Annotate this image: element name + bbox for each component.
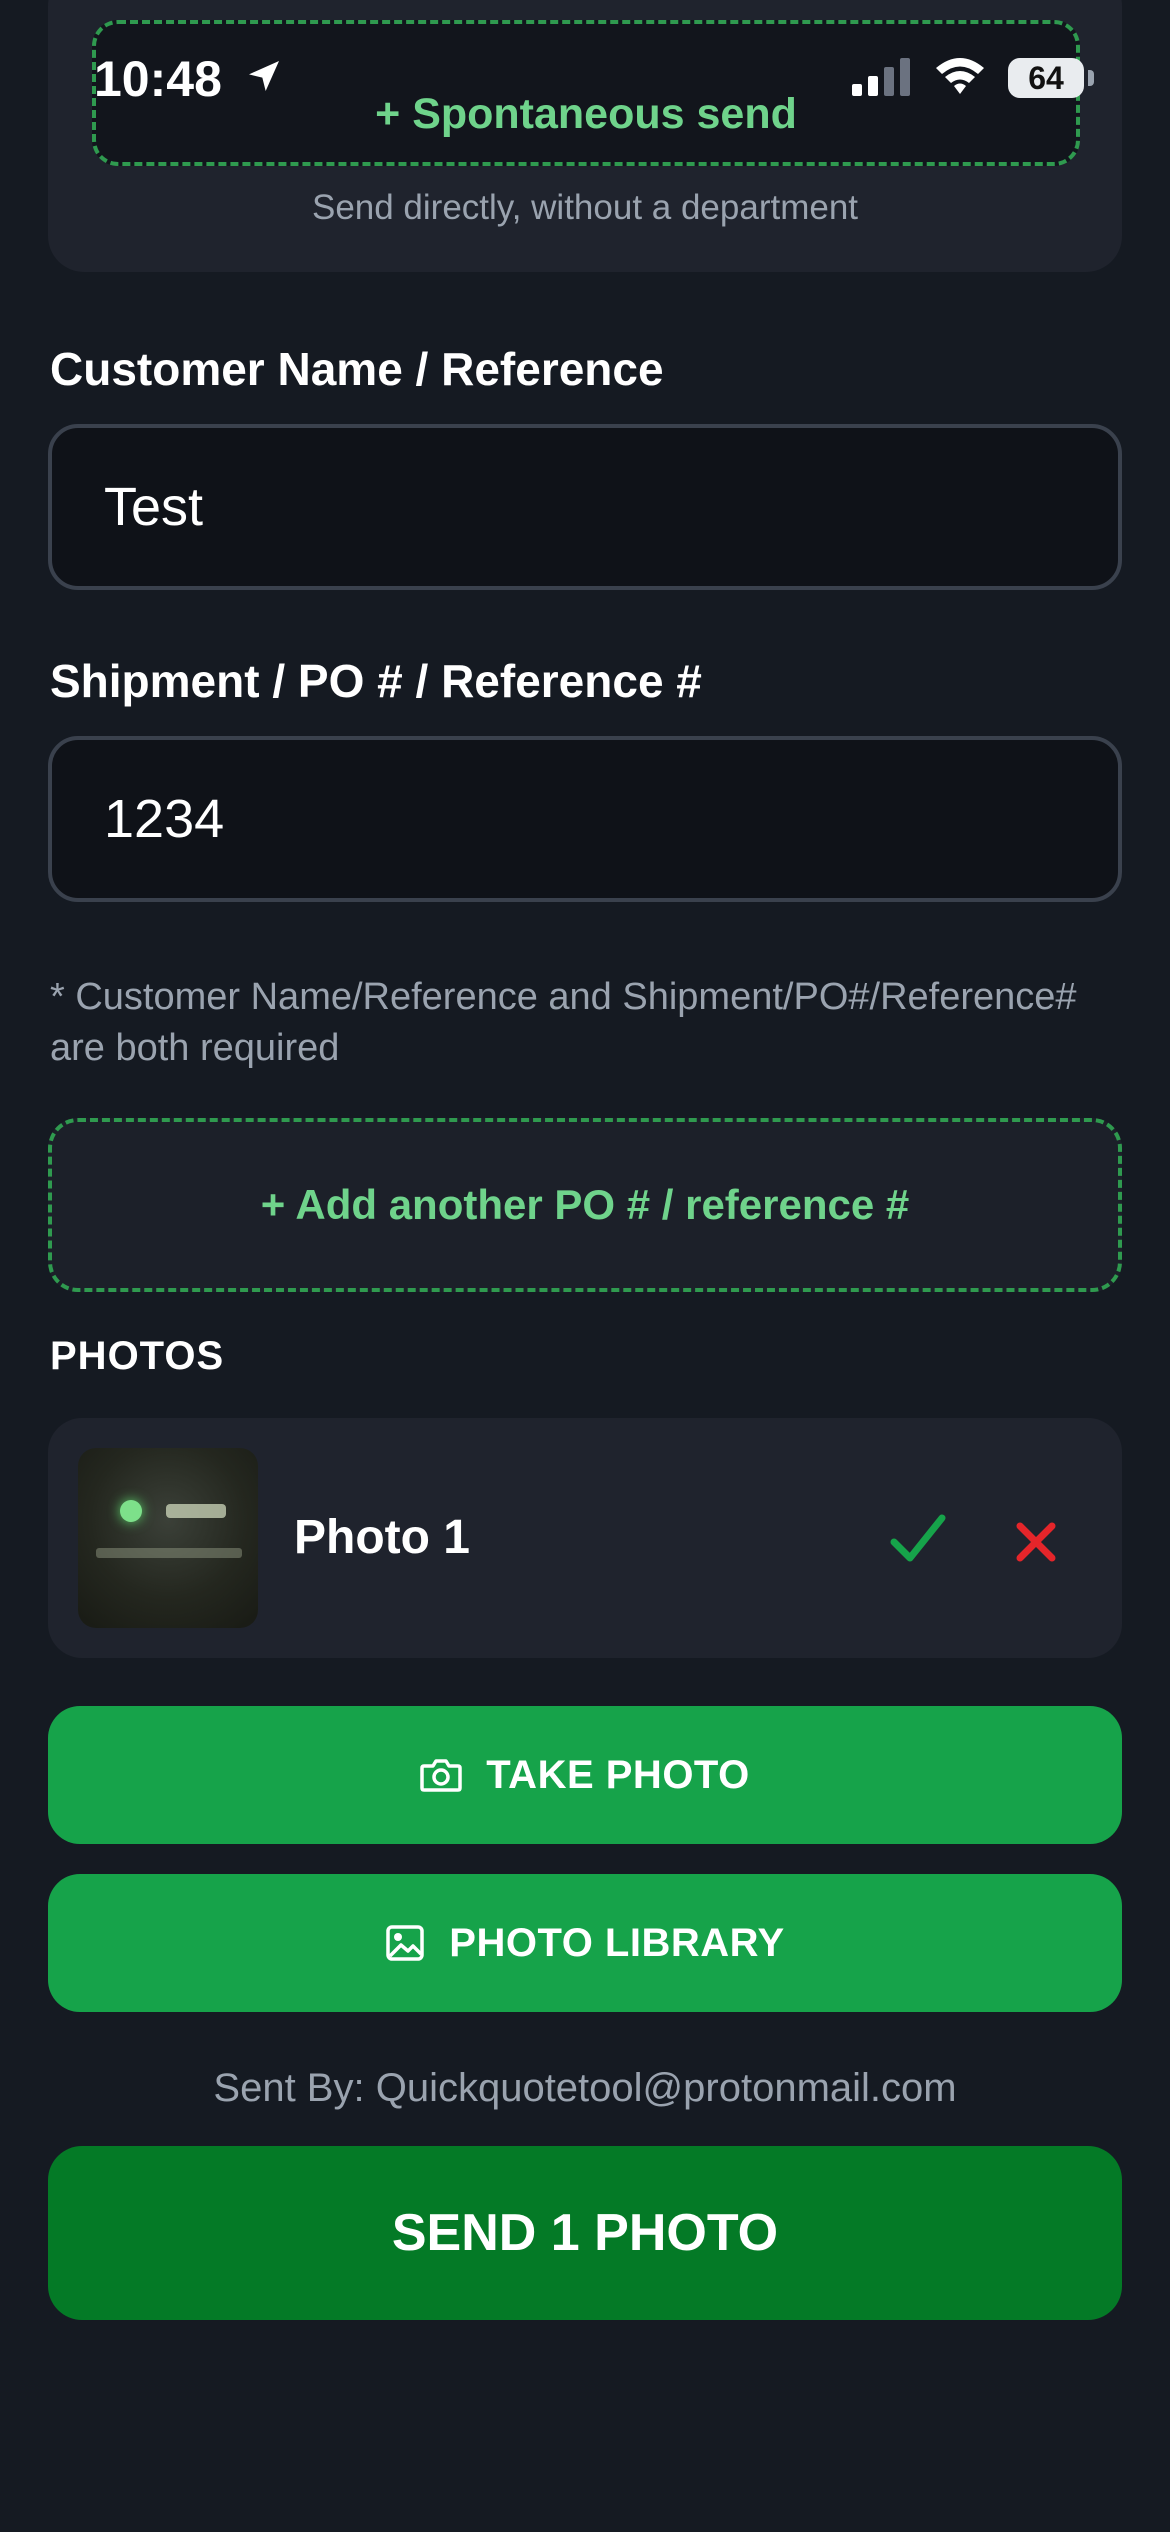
- shipment-po-label: Shipment / PO # / Reference #: [50, 655, 702, 707]
- camera-icon: [420, 1759, 462, 1792]
- spontaneous-send-label: + Spontaneous send: [375, 90, 797, 138]
- customer-name-label: Customer Name / Reference: [50, 343, 664, 395]
- location-arrow-icon: [249, 61, 279, 91]
- photo-name: Photo 1: [294, 1511, 470, 1564]
- take-photo-button[interactable]: TAKE PHOTO: [48, 1706, 1122, 1844]
- take-photo-label: TAKE PHOTO: [486, 1752, 750, 1797]
- sent-by-text: Sent By: Quickquotetool@protonmail.com: [213, 2066, 957, 2110]
- required-fields-note: * Customer Name/Reference and Shipment/P…: [50, 976, 1077, 1069]
- battery-indicator: 64: [1008, 58, 1084, 98]
- spontaneous-send-button[interactable]: + Spontaneous send: [92, 20, 1080, 166]
- shipment-po-input[interactable]: 1234: [48, 736, 1122, 902]
- thumbnail-strip: [96, 1548, 242, 1558]
- upload-screen: + Spontaneous send Send directly, withou…: [0, 0, 1170, 2532]
- delete-x-icon[interactable]: [1012, 1518, 1060, 1566]
- photo-library-label: PHOTO LIBRARY: [449, 1920, 785, 1965]
- photo-library-button[interactable]: PHOTO LIBRARY: [48, 1874, 1122, 2012]
- image-gallery-icon: [386, 1925, 425, 1961]
- wifi-icon: [936, 58, 984, 94]
- battery-tip: [1088, 70, 1094, 86]
- cellular-signal-icon: [852, 58, 910, 96]
- thumbnail-logo-glow: [120, 1500, 142, 1522]
- photo-item: Photo 1: [48, 1418, 1122, 1658]
- add-po-button[interactable]: + Add another PO # / reference #: [48, 1118, 1122, 1292]
- send-photos-button[interactable]: SEND 1 PHOTO: [48, 2146, 1122, 2320]
- status-time: 10:48: [94, 51, 222, 107]
- photo-thumbnail[interactable]: [78, 1448, 258, 1628]
- customer-name-input[interactable]: Test: [48, 424, 1122, 590]
- spontaneous-send-subtitle: Send directly, without a department: [311, 188, 859, 227]
- photos-section-title: PHOTOS: [50, 1334, 225, 1378]
- checkmark-icon[interactable]: [888, 1510, 948, 1570]
- thumbnail-sign: [166, 1504, 226, 1518]
